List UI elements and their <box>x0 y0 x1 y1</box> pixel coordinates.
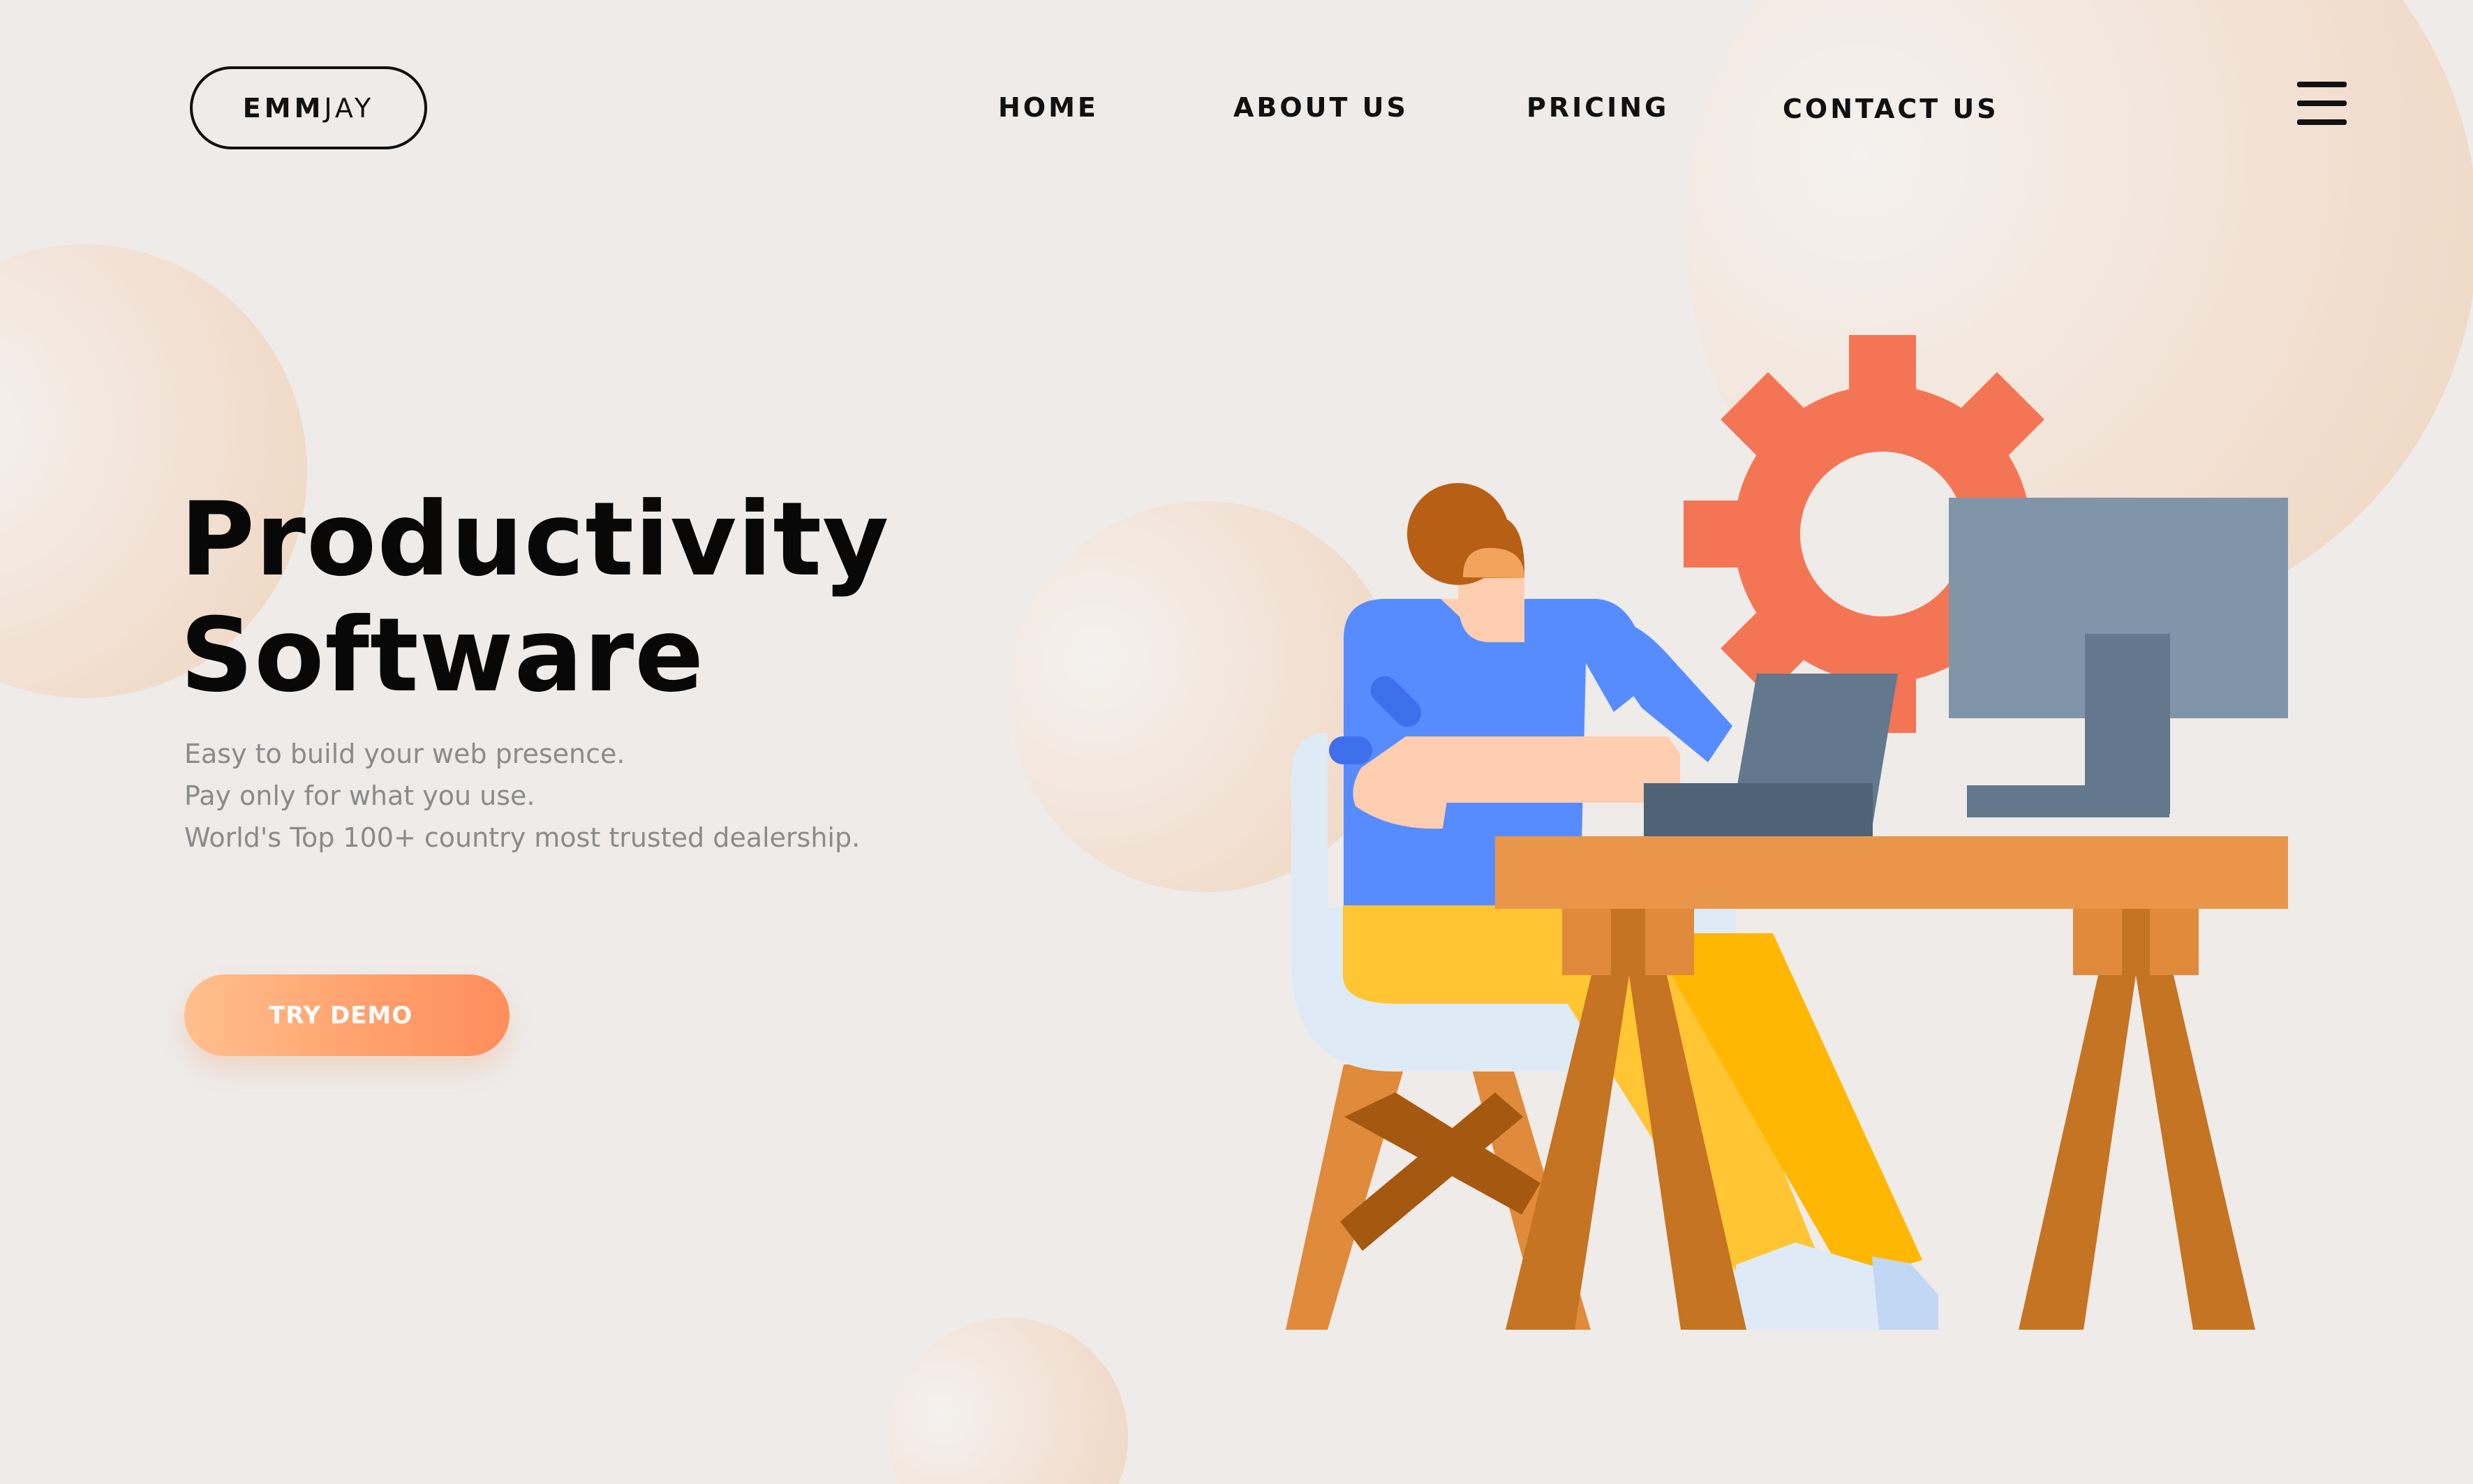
hamburger-bar <box>2297 119 2347 125</box>
hero-title-line-1: Productivity <box>180 480 890 599</box>
decorative-bubble <box>889 1318 1128 1484</box>
hero-copy-line-3: World's Top 100+ country most trusted de… <box>184 822 861 853</box>
desk-leg-top <box>2150 909 2199 975</box>
desk-leg-top <box>2073 909 2122 975</box>
hero-description: Easy to build your web presence. Pay onl… <box>184 733 860 859</box>
try-demo-button[interactable]: TRY DEMO <box>184 974 510 1056</box>
hamburger-bar <box>2297 82 2347 87</box>
nav-contact-us[interactable]: CONTACT US <box>1783 94 1999 124</box>
nav-home[interactable]: HOME <box>998 92 1099 123</box>
person-shoe <box>1872 1256 1938 1330</box>
monitor-base <box>1967 785 2169 817</box>
brand-logo-light: JAY <box>324 92 375 124</box>
desk-leg-inner <box>2122 909 2150 975</box>
hero-title: Productivity Software <box>180 482 889 713</box>
person-face <box>1459 578 1524 642</box>
person-sleeve-stripe <box>1329 736 1372 764</box>
nav-about-us[interactable]: ABOUT US <box>1233 92 1409 123</box>
nav-pricing[interactable]: PRICING <box>1527 92 1669 123</box>
desk-leg <box>2136 975 2255 1330</box>
hamburger-icon[interactable] <box>2297 82 2347 125</box>
hero-illustration <box>1286 335 2288 1330</box>
laptop-base <box>1644 783 1873 836</box>
desk-top <box>1495 836 2288 909</box>
hero-title-line-2: Software <box>180 596 705 715</box>
desk-leg-top <box>1562 909 1611 975</box>
brand-logo-bold: EMM <box>242 92 325 124</box>
desk-leg <box>2019 975 2136 1330</box>
hero-copy-line-1: Easy to build your web presence. <box>184 739 625 769</box>
gear-hole <box>1800 452 1965 616</box>
desk-leg-inner <box>1611 909 1645 975</box>
hero-copy-line-2: Pay only for what you use. <box>184 780 535 811</box>
landing-page: EMM JAY HOME ABOUT US PRICING CONTACT US … <box>0 0 2473 1484</box>
hamburger-bar <box>2297 101 2347 106</box>
brand-logo[interactable]: EMM JAY <box>190 66 427 149</box>
desk-leg-top <box>1645 909 1694 975</box>
monitor <box>1949 498 2288 817</box>
